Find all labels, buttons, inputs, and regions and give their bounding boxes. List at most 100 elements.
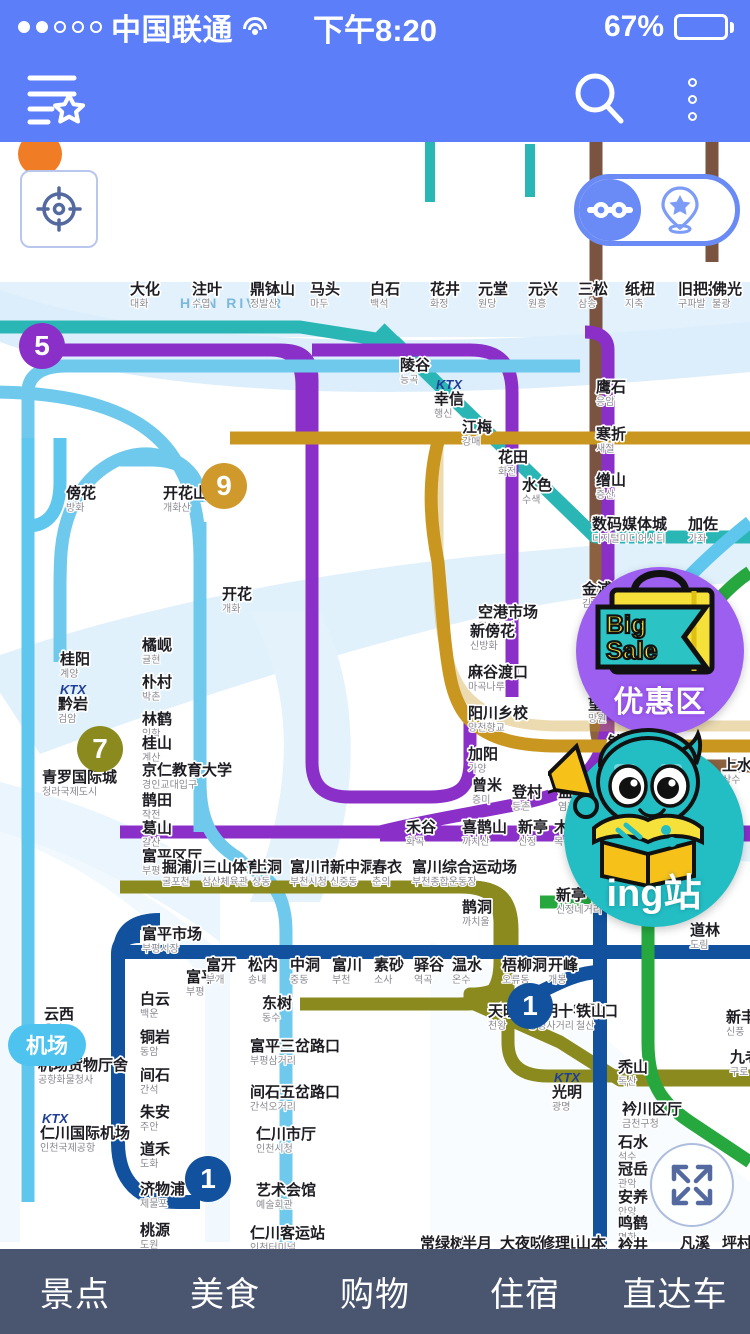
expand-arrows-icon[interactable]	[650, 1143, 734, 1227]
nav-item-2[interactable]: 购物	[300, 1267, 450, 1316]
station-label[interactable]: 朱安朱安주안주안	[138, 1101, 171, 1134]
station-label[interactable]: 开花开花개화개화	[220, 583, 253, 616]
station-label[interactable]: 春衣春衣춘의춘의	[370, 856, 403, 889]
station-label[interactable]: 凡溪凡溪범계범계	[678, 1232, 712, 1249]
station-label[interactable]: 黔岩黔岩검암검암KTX	[56, 682, 89, 726]
station-label[interactable]: 数码媒体城数码媒体城디지털미디어시티디지털미디어시티	[590, 513, 668, 546]
station-label[interactable]: 安养安养안양안양	[616, 1186, 650, 1219]
station-label[interactable]: 中洞中洞중동중동	[288, 954, 321, 987]
station-label[interactable]: 鹊洞鹊洞까치울까치울	[460, 896, 493, 929]
station-label[interactable]: 东树东树동수동수	[260, 992, 293, 1025]
station-label[interactable]: 水色水色수색수색	[520, 474, 553, 507]
station-label[interactable]: 桂阳桂阳계양계양	[57, 648, 91, 681]
station-label[interactable]: 加佐加佐가좌가좌	[685, 513, 719, 546]
station-label[interactable]: 道林道林도림도림	[688, 919, 722, 952]
station-label[interactable]: 衿川区厅衿川区厅금천구청금천구청	[620, 1098, 683, 1131]
subway-map[interactable]: HAN RIVER 大化 大化 대화 대화 注叶 注叶 수엽 수엽 鼎钵山 鼎钵山 정발산 정발산 马头…	[0, 142, 750, 1249]
station-label[interactable]: 新亭新亭신정신정	[516, 816, 549, 849]
line-number-badge[interactable]: 1	[185, 1156, 231, 1202]
station-label[interactable]: 间石间石간석간석	[138, 1064, 171, 1097]
station-label[interactable]: 阳川乡校阳川乡校양천향교양천향교	[466, 702, 530, 735]
line-number-badge[interactable]: 5	[19, 323, 65, 369]
toggle-option-lines[interactable]	[579, 179, 641, 241]
station-label[interactable]: 济物浦济物浦제물포제물포	[138, 1178, 186, 1211]
station-label[interactable]: 温水温水온수온수	[450, 954, 484, 987]
station-label[interactable]: 大化大化대화대화	[128, 278, 161, 311]
nav-item-3[interactable]: 住宿	[450, 1267, 600, 1316]
station-label[interactable]: 富川富川부천부천	[330, 954, 363, 987]
station-label[interactable]: 仁川客运站仁川客运站인천터미널인천터미널	[248, 1222, 326, 1249]
station-label[interactable]: 新中洞新中洞신중동신중동	[328, 856, 376, 889]
station-label[interactable]: 鹰石鹰石응암응암	[594, 376, 627, 409]
station-label[interactable]: 富平市场富平市场부평시장부평시장	[140, 923, 203, 956]
station-label[interactable]: 葛山葛山갈산갈산	[139, 817, 173, 850]
station-label[interactable]: 禿山禿山독산독산	[615, 1056, 649, 1089]
station-label[interactable]: 花井花井화정화정	[428, 278, 461, 311]
toggle-option-poi[interactable]	[641, 179, 719, 241]
station-label[interactable]: 道禾道禾도화도화	[138, 1138, 172, 1171]
station-label[interactable]: 铜岩铜岩동암동암	[138, 1026, 171, 1059]
station-label[interactable]: 鹊田鹊田작전작전	[140, 789, 173, 822]
station-label[interactable]: 山本山本산본산본	[574, 1232, 607, 1249]
station-label[interactable]: 花田花田화전화전	[496, 446, 529, 479]
line-number-badge[interactable]: 7	[77, 726, 123, 772]
station-label[interactable]: 富川综合运动场富川综合运动场부천종합운동장부천종합운동장	[410, 856, 518, 889]
map-mode-toggle[interactable]	[574, 174, 740, 246]
station-label[interactable]: 幸信幸信행신행신KTX	[432, 377, 465, 421]
station-label[interactable]: 掘浦川掘浦川굴포천굴포천	[160, 856, 208, 889]
station-label[interactable]: 鼎钵山鼎钵山정발산정발산	[248, 278, 296, 311]
nav-item-0[interactable]: 景点	[0, 1267, 150, 1316]
list-star-icon[interactable]	[24, 70, 88, 128]
station-label[interactable]: 开峰开峰개봉개봉	[546, 954, 580, 987]
station-label[interactable]: 傍花傍花방화방화	[64, 482, 97, 515]
station-label[interactable]: 石水石水석수석수	[615, 1131, 650, 1164]
station-label[interactable]: 登村登村등촌등촌	[509, 781, 543, 814]
station-label[interactable]: 加阳加阳가양가양	[465, 744, 499, 776]
station-label[interactable]: 常绿树常绿树상록수상록수	[418, 1232, 466, 1249]
station-label[interactable]: 喜鹊山喜鹊山까치산까치산	[460, 816, 508, 849]
station-label[interactable]: 仁川市厅仁川市厅인천시청인천시청	[254, 1123, 317, 1156]
station-label[interactable]: 缯山缯山증산증산	[594, 469, 627, 502]
station-label[interactable]: 梧柳洞梧柳洞오류동오류동	[500, 954, 548, 987]
station-label[interactable]: 青罗国际城青罗国际城청라국제도시청라국제도시	[40, 766, 118, 799]
station-label[interactable]: 驿谷驿谷역곡역곡	[412, 955, 446, 987]
station-label[interactable]: 衿井衿井금정금정	[616, 1234, 649, 1249]
station-label[interactable]: 曾米曾米증미증미	[470, 774, 504, 807]
nav-item-4[interactable]: 直达车	[600, 1267, 750, 1316]
station-label[interactable]: 陵谷陵谷능곡능곡	[398, 354, 432, 387]
nav-item-1[interactable]: 美食	[150, 1267, 300, 1316]
crosshair-icon[interactable]	[20, 170, 98, 248]
station-label[interactable]: 冠岳冠岳관악관악	[616, 1158, 649, 1191]
station-label[interactable]: 桂山桂山계산계산	[139, 732, 173, 765]
sale-promo-badge[interactable]: Big Sale 优惠区	[576, 567, 744, 735]
line-number-badge[interactable]: 9	[201, 463, 247, 509]
station-label[interactable]: 新丰新丰신풍신풍	[724, 1006, 750, 1039]
station-label[interactable]: 白云白云백운백운	[138, 988, 171, 1021]
station-label[interactable]: 仁川国际机场仁川国际机场인천국제공항인천국제공항KTX	[38, 1111, 131, 1155]
station-label[interactable]: 桃源桃源도원도원	[138, 1219, 171, 1249]
station-label[interactable]: 橘岘橘岘귤현귤현	[139, 635, 173, 667]
station-label[interactable]: 九老九老구로구로	[727, 1046, 750, 1079]
ing-promo-badge[interactable]: ing站	[548, 727, 744, 927]
station-label[interactable]: 朴村朴村박촌박촌	[140, 671, 173, 704]
line-number-badge[interactable]: 1	[507, 983, 553, 1029]
station-label[interactable]: 禾谷禾谷화곡화곡	[404, 817, 438, 849]
station-label[interactable]: 京仁教育大学京仁教育大学경인교대입구경인교대입구	[140, 759, 233, 792]
station-label[interactable]: 麻谷渡口麻谷渡口마곡나루마곡나루	[465, 661, 529, 694]
station-label[interactable]: 马头马头마두마두	[308, 279, 341, 311]
station-label[interactable]: 铁山铁山철산철산	[574, 1000, 607, 1033]
station-label[interactable]: 寒折寒折새절새절	[594, 423, 627, 456]
station-label[interactable]: 松内松内송내송내	[246, 954, 279, 987]
station-label[interactable]: 上洞上洞상동상동	[250, 857, 283, 889]
station-label[interactable]: 富开富开부개부개	[204, 954, 237, 987]
station-label[interactable]: 大夜味大夜味대야미대야미	[498, 1232, 546, 1249]
station-label[interactable]: 光明光明광명광명KTX	[549, 1070, 583, 1114]
station-label[interactable]: 元堂元堂원당원당	[476, 278, 509, 311]
station-label[interactable]: 三松三松삼송삼송	[576, 278, 609, 311]
search-icon[interactable]	[570, 70, 630, 128]
station-label[interactable]: 白石白石백석백석	[368, 278, 401, 311]
station-label[interactable]: 纸杻纸杻지축지축	[623, 278, 656, 311]
station-label[interactable]: 江梅江梅강매강매	[460, 416, 493, 449]
station-label[interactable]: 坪村坪村평촌평촌	[720, 1232, 750, 1249]
more-vertical-icon[interactable]	[672, 70, 712, 128]
